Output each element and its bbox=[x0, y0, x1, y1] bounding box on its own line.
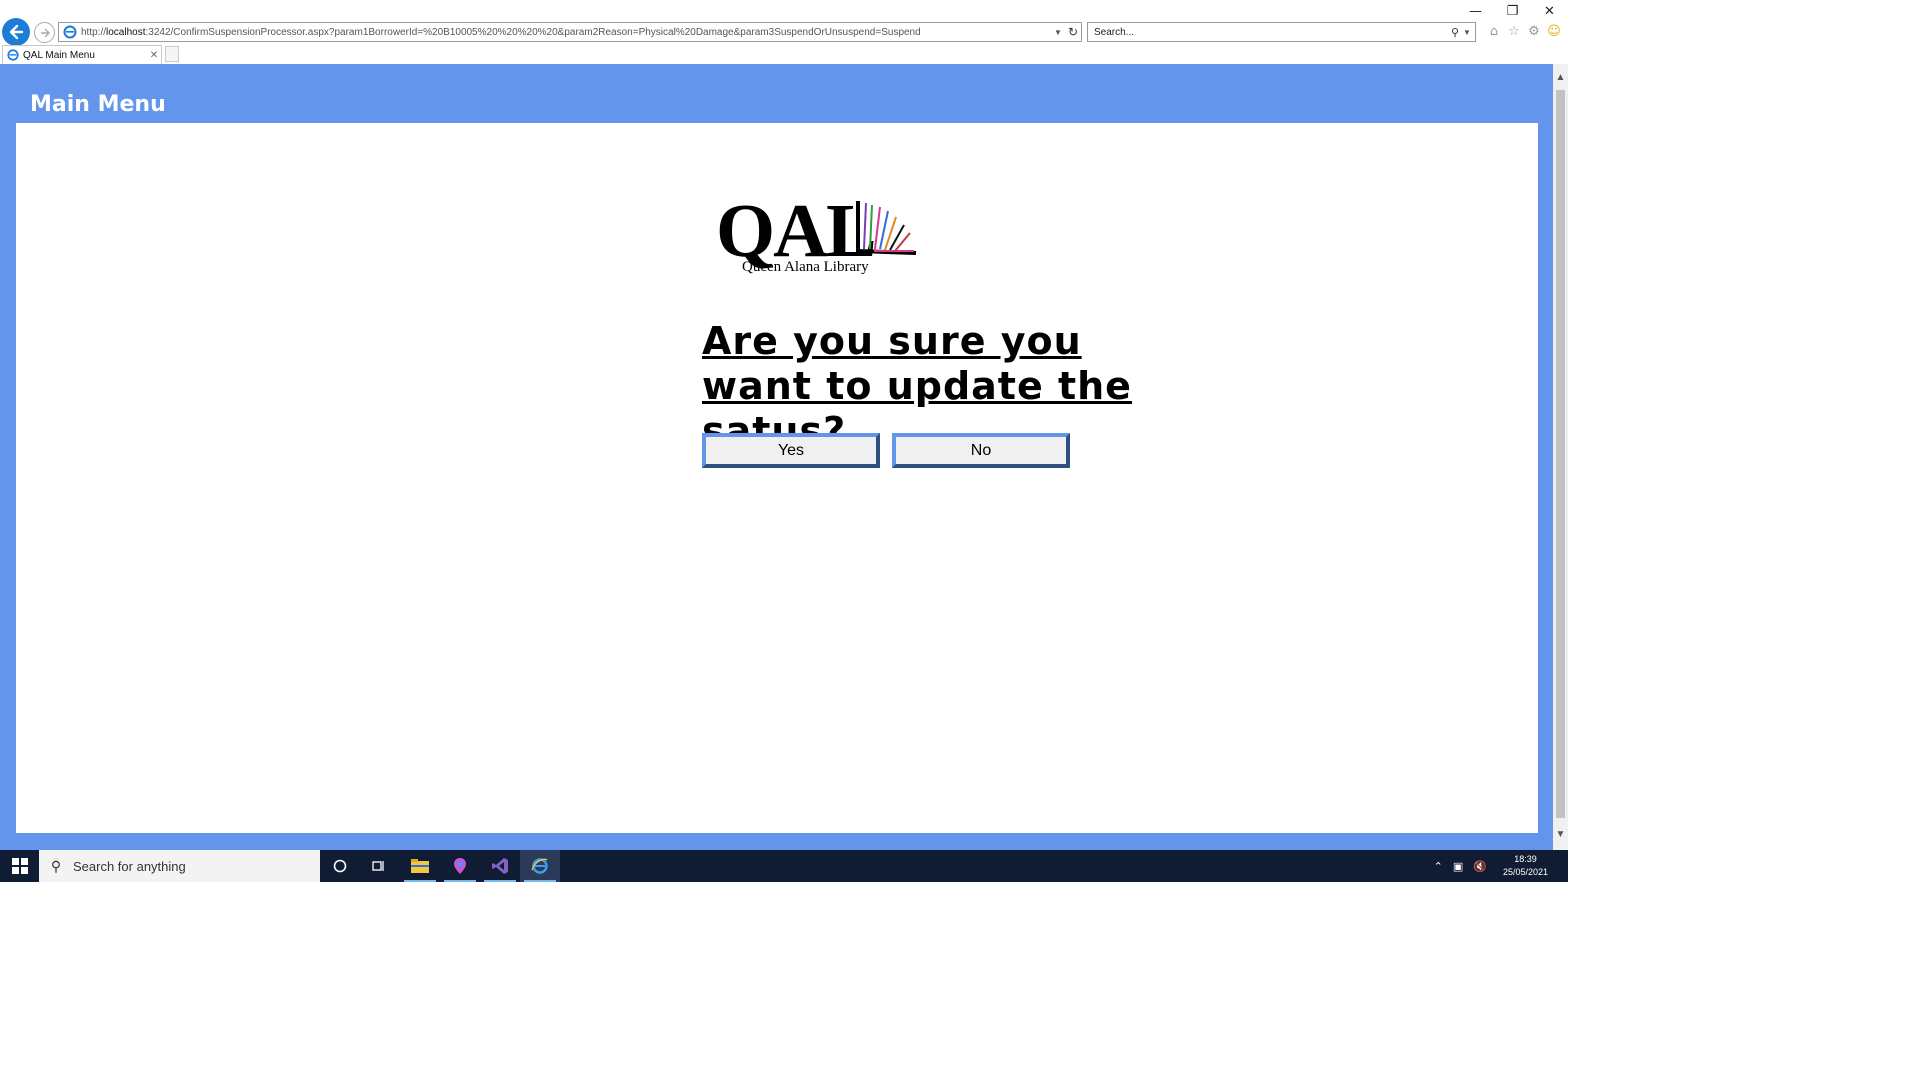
scroll-up-icon[interactable]: ▲ bbox=[1553, 72, 1568, 83]
minimize-icon[interactable]: — bbox=[1457, 0, 1494, 22]
search-input[interactable]: Search... bbox=[1088, 27, 1447, 38]
back-button[interactable] bbox=[2, 18, 30, 46]
new-tab-button[interactable] bbox=[165, 46, 179, 62]
browser-chrome: — ❐ ✕ http://localhost:3242/ConfirmSuspe… bbox=[0, 0, 1568, 64]
toolbar-icons: ⌂ ☆ ⚙ ☺ bbox=[1486, 22, 1562, 40]
content-panel: QAL Queen Alana Library Are you sure you… bbox=[16, 123, 1538, 833]
forward-button[interactable] bbox=[34, 22, 55, 43]
tab-close-icon[interactable]: ✕ bbox=[147, 50, 161, 61]
start-button[interactable] bbox=[0, 850, 39, 882]
taskbar-search-input[interactable]: Search for anything bbox=[73, 859, 186, 874]
file-explorer-icon[interactable] bbox=[400, 850, 440, 882]
refresh-icon[interactable]: ↻ bbox=[1065, 25, 1081, 39]
book-icon bbox=[856, 201, 917, 255]
taskbar-search-box[interactable]: ⚲ Search for anything bbox=[39, 850, 320, 882]
ie-tab-favicon-icon bbox=[7, 49, 19, 61]
restore-icon[interactable]: ❐ bbox=[1494, 0, 1531, 22]
task-view-icon[interactable] bbox=[359, 850, 399, 882]
vertical-scrollbar[interactable]: ▲ ▼ bbox=[1553, 64, 1568, 850]
search-bar[interactable]: Search... ⚲ ▼ bbox=[1087, 22, 1476, 42]
scroll-thumb[interactable] bbox=[1556, 90, 1565, 818]
address-dropdown-icon[interactable]: ▼ bbox=[1051, 28, 1065, 37]
page-header: Main Menu bbox=[30, 92, 166, 117]
address-bar[interactable]: http://localhost:3242/ConfirmSuspensionP… bbox=[58, 22, 1082, 42]
no-button[interactable]: No bbox=[892, 433, 1070, 468]
search-dropdown-icon[interactable]: ▼ bbox=[1463, 28, 1475, 37]
forward-arrow-icon bbox=[40, 28, 50, 37]
internet-explorer-icon[interactable] bbox=[520, 850, 560, 882]
page-background: Main Menu QAL Queen Alana Library Are yo… bbox=[0, 64, 1553, 850]
search-icon[interactable]: ⚲ bbox=[1447, 26, 1463, 39]
tab-title: QAL Main Menu bbox=[23, 49, 95, 61]
smiley-feedback-icon[interactable]: ☺ bbox=[1546, 22, 1562, 40]
visual-studio-icon[interactable] bbox=[480, 850, 520, 882]
favorites-star-icon[interactable]: ☆ bbox=[1506, 22, 1522, 40]
tab-qal-main-menu[interactable]: QAL Main Menu ✕ bbox=[2, 45, 162, 64]
show-hidden-icons-icon[interactable]: ⌃ bbox=[1434, 860, 1443, 873]
maps-pin-icon[interactable] bbox=[440, 850, 480, 882]
qal-logo: QAL Queen Alana Library bbox=[716, 193, 926, 283]
logo-text: QAL bbox=[716, 189, 877, 273]
settings-gear-icon[interactable]: ⚙ bbox=[1526, 22, 1542, 40]
back-arrow-icon bbox=[9, 24, 24, 40]
scroll-down-icon[interactable]: ▼ bbox=[1553, 829, 1568, 840]
ie-favicon-icon bbox=[63, 25, 77, 39]
volume-muted-icon[interactable]: 🔇 bbox=[1473, 860, 1487, 873]
taskbar-search-icon: ⚲ bbox=[50, 857, 62, 874]
url-text[interactable]: http://localhost:3242/ConfirmSuspensionP… bbox=[81, 27, 1051, 38]
home-icon[interactable]: ⌂ bbox=[1486, 22, 1502, 40]
clock-date: 25/05/2021 bbox=[1502, 867, 1548, 877]
close-icon[interactable]: ✕ bbox=[1531, 0, 1568, 22]
clock-time: 18:39 bbox=[1514, 854, 1537, 864]
window-controls: — ❐ ✕ bbox=[1457, 0, 1568, 22]
taskbar-clock[interactable]: 18:39 25/05/2021 bbox=[1503, 853, 1548, 879]
system-tray: ⌃ ▣ 🔇 18:39 25/05/2021 bbox=[1434, 850, 1548, 882]
cortana-icon[interactable] bbox=[320, 850, 360, 882]
yes-button[interactable]: Yes bbox=[702, 433, 880, 468]
windows-taskbar: ⚲ Search for anything ⌃ ▣ 🔇 18:39 25/05/… bbox=[0, 850, 1568, 882]
network-icon[interactable]: ▣ bbox=[1453, 860, 1463, 873]
windows-logo-icon bbox=[11, 858, 28, 874]
logo-subtitle: Queen Alana Library bbox=[742, 259, 869, 275]
